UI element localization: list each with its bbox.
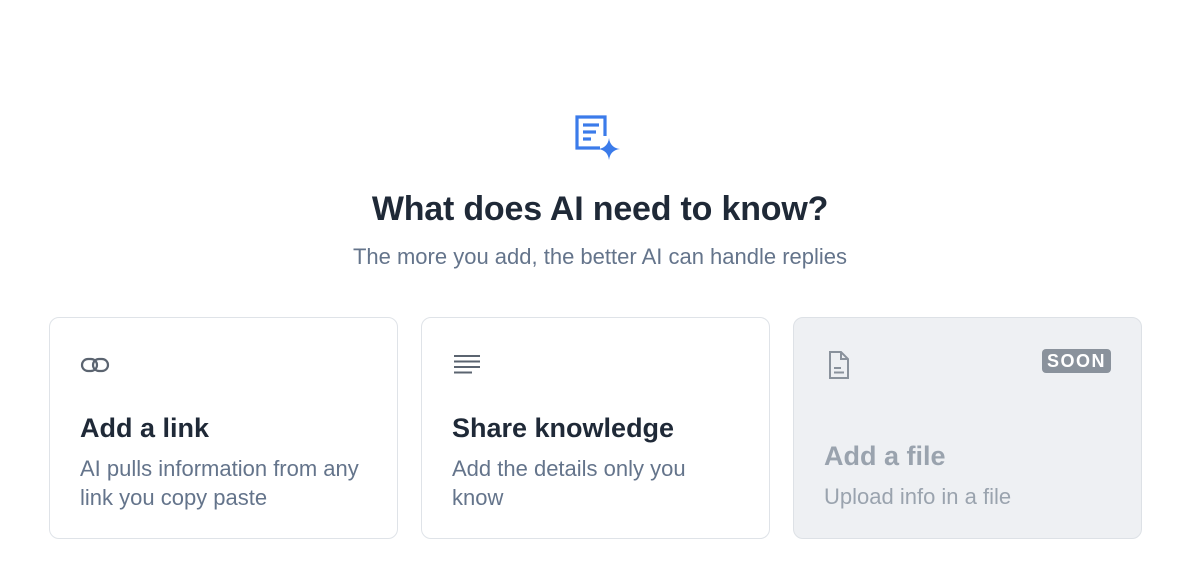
text-lines-icon (454, 355, 480, 374)
share-knowledge-card[interactable]: Share knowledge Add the details only you… (421, 317, 770, 539)
card-description: Add the details only you know (452, 456, 686, 510)
card-description: AI pulls information from any link you c… (80, 456, 359, 510)
page-title: What does AI need to know? (371, 190, 829, 228)
card-title: Share knowledge (452, 413, 675, 443)
soon-badge: SOON (1041, 349, 1111, 373)
card-description: Upload info in a file (824, 484, 1012, 509)
card-title: Add a link (80, 413, 210, 443)
card-title: Add a file (824, 441, 946, 471)
add-link-card[interactable]: Add a link AI pulls information from any… (49, 317, 398, 539)
knowledge-source-page: What does AI need to know? The more you … (0, 0, 1200, 578)
add-file-card: SOON Add a file Upload info in a file (793, 317, 1142, 539)
file-icon (829, 351, 849, 379)
link-icon (80, 357, 110, 373)
document-sparkle-icon (575, 115, 620, 160)
page-subtitle: The more you add, the better AI can hand… (352, 244, 848, 269)
